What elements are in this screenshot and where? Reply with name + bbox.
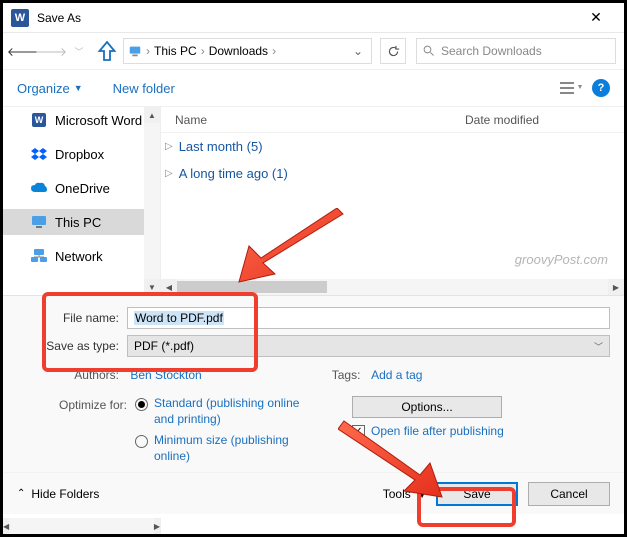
- sidebar-hscrollbar[interactable]: ◀ ▶: [3, 518, 161, 534]
- chevron-right-icon: ›: [144, 44, 152, 58]
- window-title: Save As: [37, 11, 576, 25]
- dialog-footer: ⌃ Hide Folders Tools ▼ Save Cancel: [3, 472, 624, 514]
- search-input[interactable]: Search Downloads: [416, 38, 616, 64]
- crumb-downloads[interactable]: Downloads: [209, 44, 268, 58]
- cancel-button[interactable]: Cancel: [528, 482, 610, 506]
- filename-input[interactable]: Word to PDF.pdf: [127, 307, 610, 329]
- chevron-up-icon: ⌃: [17, 488, 25, 499]
- pc-icon: [31, 214, 47, 230]
- chevron-down-icon: ﹀: [594, 340, 603, 353]
- scroll-down-icon[interactable]: ▼: [144, 279, 160, 295]
- word-app-icon: W: [11, 9, 29, 27]
- scroll-right-icon[interactable]: ▶: [608, 279, 624, 295]
- chevron-right-icon: ▷: [165, 141, 173, 152]
- network-icon: [31, 248, 47, 264]
- savetype-label: Save as type:: [17, 339, 127, 353]
- search-icon: [423, 45, 435, 57]
- view-options-button[interactable]: [560, 81, 582, 95]
- recent-locations-button[interactable]: ﹀: [67, 39, 91, 63]
- chevron-down-icon[interactable]: ⌄: [349, 44, 367, 58]
- address-bar-row: 🡐 🡒 ﹀ › This PC › Downloads › ⌄ Search D…: [3, 33, 624, 69]
- sidebar-item-onedrive[interactable]: OneDrive: [3, 175, 160, 201]
- authors-label: Authors:: [17, 368, 127, 382]
- open-after-checkbox[interactable]: ✓ Open file after publishing: [352, 424, 504, 438]
- organize-menu[interactable]: Organize ▼: [17, 81, 83, 96]
- file-list: Name Date modified ▷ Last month (5) ▷ A …: [161, 107, 624, 295]
- search-placeholder: Search Downloads: [441, 44, 542, 58]
- new-folder-button[interactable]: New folder: [113, 81, 175, 96]
- nav-sidebar: W Microsoft Word Dropbox OneDrive This P…: [3, 107, 161, 295]
- scroll-thumb[interactable]: [177, 281, 327, 293]
- column-headers[interactable]: Name Date modified: [161, 107, 624, 133]
- chevron-right-icon: ›: [199, 44, 207, 58]
- group-long-ago[interactable]: ▷ A long time ago (1): [161, 160, 624, 187]
- breadcrumb[interactable]: › This PC › Downloads › ⌄: [123, 38, 372, 64]
- save-options-panel: File name: Word to PDF.pdf Save as type:…: [3, 295, 624, 472]
- crumb-thispc[interactable]: This PC: [154, 44, 197, 58]
- filename-label: File name:: [17, 311, 127, 325]
- radio-icon: [135, 398, 148, 411]
- radio-standard[interactable]: Standard (publishing online and printing…: [135, 396, 304, 427]
- chevron-right-icon: ›: [270, 44, 278, 58]
- scroll-up-icon[interactable]: ▲: [144, 107, 160, 123]
- refresh-button[interactable]: [380, 38, 406, 64]
- close-icon[interactable]: ✕: [576, 9, 616, 26]
- scroll-left-icon[interactable]: ◀: [3, 518, 9, 534]
- toolbar: Organize ▼ New folder ?: [3, 69, 624, 107]
- back-button[interactable]: 🡐: [11, 39, 35, 63]
- checkbox-icon: ✓: [352, 425, 365, 438]
- scroll-left-icon[interactable]: ◀: [161, 279, 177, 295]
- content-hscrollbar[interactable]: ◀ ▶: [161, 279, 624, 295]
- sidebar-scrollbar[interactable]: ▲ ▼: [144, 107, 160, 295]
- authors-value[interactable]: Ben Stockton: [130, 368, 201, 382]
- scroll-right-icon[interactable]: ▶: [154, 518, 160, 534]
- onedrive-icon: [31, 180, 47, 196]
- options-button[interactable]: Options...: [352, 396, 502, 418]
- up-arrow-icon: [95, 39, 119, 63]
- refresh-icon: [387, 45, 400, 58]
- col-date[interactable]: Date modified: [465, 113, 539, 127]
- tags-label: Tags:: [332, 368, 369, 382]
- save-button[interactable]: Save: [436, 482, 518, 506]
- savetype-dropdown[interactable]: PDF (*.pdf) ﹀: [127, 335, 610, 357]
- tools-menu[interactable]: Tools ▼: [383, 487, 426, 501]
- sidebar-item-network[interactable]: Network: [3, 243, 160, 269]
- dropbox-icon: [31, 146, 47, 162]
- titlebar: W Save As ✕: [3, 3, 624, 33]
- col-name[interactable]: Name: [175, 113, 465, 127]
- sidebar-item-word[interactable]: W Microsoft Word: [3, 107, 160, 133]
- hide-folders-button[interactable]: ⌃ Hide Folders: [17, 487, 99, 501]
- pc-icon: [128, 44, 142, 58]
- watermark: groovyPost.com: [515, 252, 608, 267]
- up-button[interactable]: [95, 39, 119, 63]
- save-as-dialog: W Save As ✕ 🡐 🡒 ﹀ › This PC › Downloads …: [0, 0, 627, 537]
- sidebar-item-thispc[interactable]: This PC: [3, 209, 160, 235]
- file-browser: W Microsoft Word Dropbox OneDrive This P…: [3, 107, 624, 295]
- chevron-down-icon: ▼: [414, 491, 426, 500]
- sidebar-item-dropbox[interactable]: Dropbox: [3, 141, 160, 167]
- group-last-month[interactable]: ▷ Last month (5): [161, 133, 624, 160]
- tags-value[interactable]: Add a tag: [371, 368, 422, 382]
- word-icon: W: [31, 112, 47, 128]
- help-button[interactable]: ?: [592, 79, 610, 97]
- chevron-down-icon: ▼: [74, 83, 83, 93]
- chevron-right-icon: ▷: [165, 168, 173, 179]
- optimize-label: Optimize for:: [17, 396, 135, 464]
- forward-button: 🡒: [39, 39, 63, 63]
- radio-icon: [135, 435, 148, 448]
- radio-minimum[interactable]: Minimum size (publishing online): [135, 433, 304, 464]
